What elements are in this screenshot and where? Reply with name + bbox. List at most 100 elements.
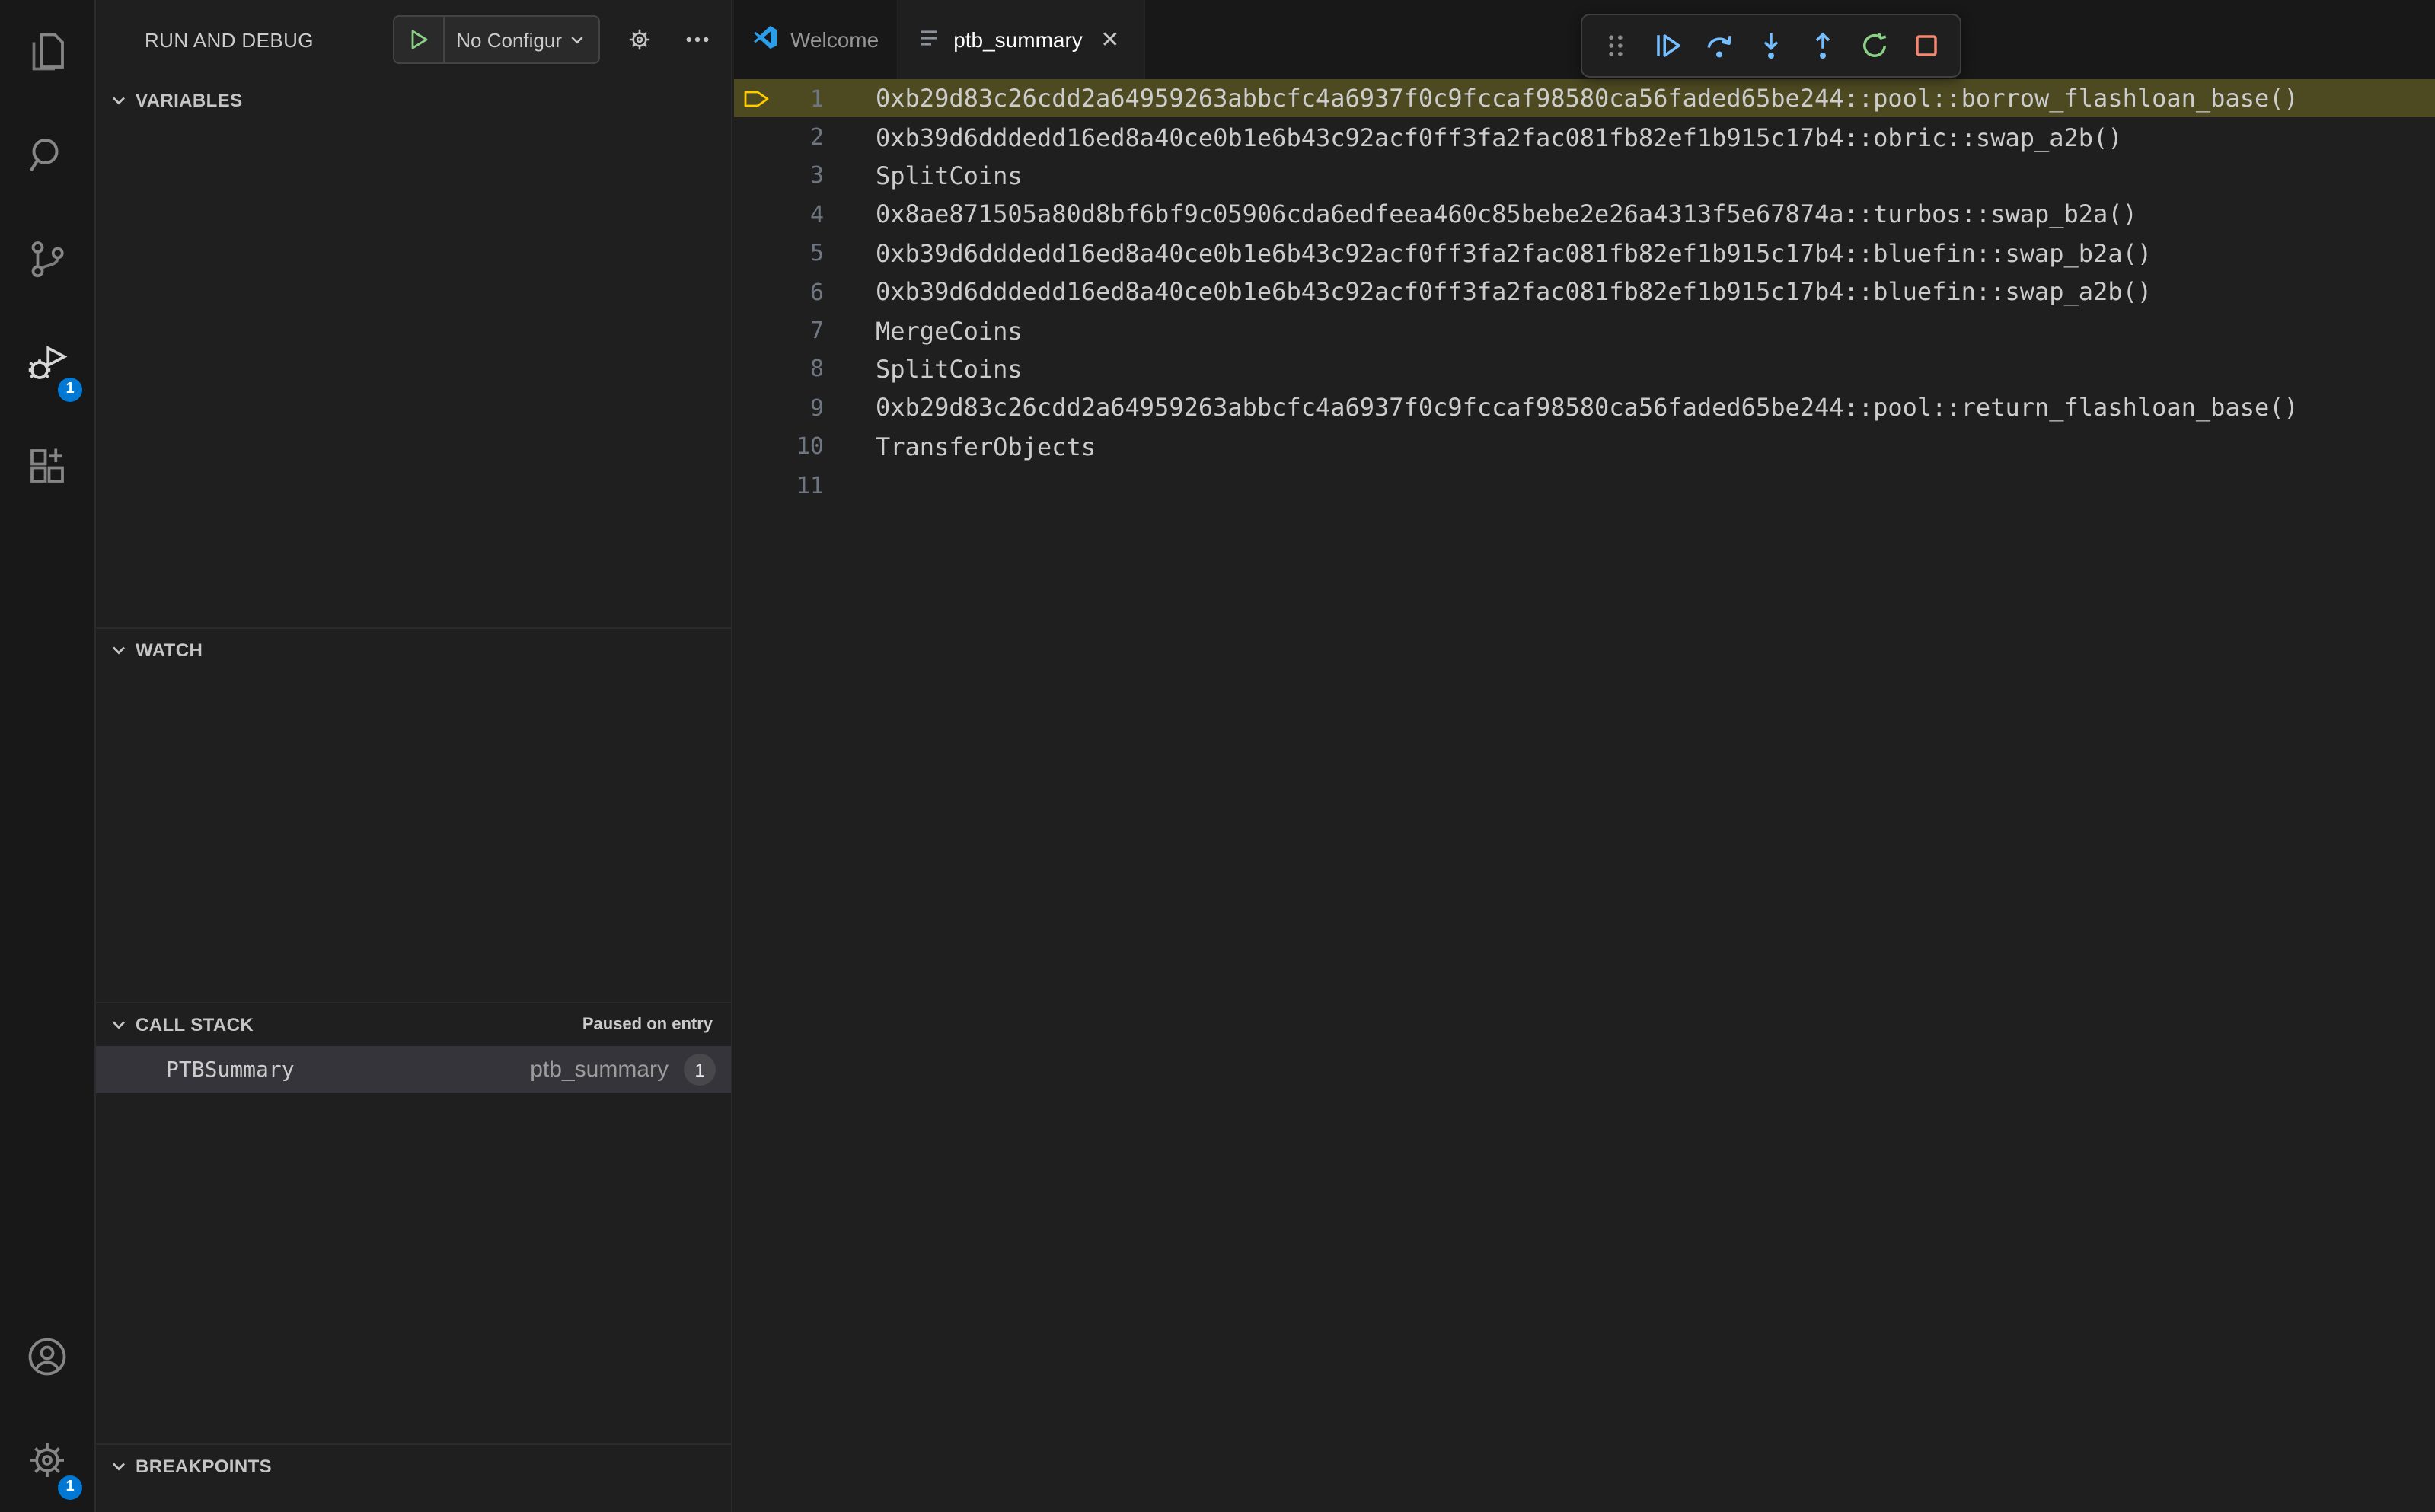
activity-accounts[interactable] — [0, 1305, 94, 1408]
vscode-logo-icon — [752, 24, 778, 55]
tab-ptb-summary[interactable]: ptb_summary ✕ — [898, 0, 1145, 79]
breakpoint-gutter[interactable] — [734, 388, 780, 427]
play-icon — [410, 30, 427, 49]
source-control-icon — [24, 236, 70, 282]
activity-bar: 1 1 — [0, 0, 96, 1512]
code-line: 8 SplitCoins — [734, 349, 2435, 388]
stop-button[interactable] — [1905, 24, 1948, 67]
breakpoint-gutter[interactable] — [734, 195, 780, 234]
close-icon[interactable]: ✕ — [1095, 24, 1125, 55]
restart-icon — [1863, 32, 1887, 57]
activity-extensions[interactable] — [0, 414, 94, 518]
breakpoint-gutter[interactable] — [734, 311, 780, 350]
activity-run-and-debug[interactable]: 1 — [0, 311, 94, 414]
step-out-button[interactable] — [1802, 24, 1844, 67]
breakpoint-gutter[interactable] — [734, 273, 780, 311]
debug-icon — [24, 340, 70, 385]
stack-frame-file: ptb_summary — [530, 1057, 669, 1083]
toolbar-drag-handle[interactable] — [1594, 24, 1637, 67]
line-text: 0xb29d83c26cdd2a64959263abbcfc4a6937f0c9… — [876, 84, 2299, 113]
debug-toolbar — [1581, 14, 1961, 78]
chevron-down-icon — [108, 1456, 129, 1477]
step-over-icon — [1707, 36, 1731, 58]
line-text: 0xb39d6dddedd16ed8a40ce0b1e6b43c92acf0ff… — [876, 277, 2153, 307]
line-text: SplitCoins — [876, 161, 1023, 190]
line-text: 0xb29d83c26cdd2a64959263abbcfc4a6937f0c9… — [876, 393, 2299, 423]
continue-button[interactable] — [1646, 24, 1689, 67]
step-over-button[interactable] — [1698, 24, 1741, 67]
breakpoints-header[interactable]: BREAKPOINTS — [96, 1445, 731, 1488]
variables-header[interactable]: VARIABLES — [96, 79, 731, 122]
code-line: 10 TransferObjects — [734, 427, 2435, 466]
line-text: SplitCoins — [876, 354, 1023, 384]
line-number: 5 — [809, 239, 824, 267]
chevron-down-icon — [568, 30, 598, 49]
sidebar-title: RUN AND DEBUG — [145, 28, 314, 51]
breakpoints-label: BREAKPOINTS — [136, 1456, 273, 1477]
grip-dots-icon — [1609, 35, 1623, 56]
search-icon — [24, 132, 70, 178]
line-number: 6 — [809, 278, 824, 306]
code-line: 7 MergeCoins — [734, 311, 2435, 350]
line-number: 1 — [809, 85, 824, 113]
debug-current-line-arrow — [744, 90, 769, 107]
settings-badge: 1 — [58, 1475, 82, 1500]
breakpoint-gutter[interactable] — [734, 118, 780, 157]
line-number: 2 — [809, 123, 824, 152]
activity-source-control[interactable] — [0, 207, 94, 311]
activity-explorer[interactable] — [0, 0, 94, 104]
files-icon — [24, 29, 70, 75]
line-text: 0x8ae871505a80d8bf6bf9c05906cda6edfeea46… — [876, 199, 2137, 229]
chevron-down-icon — [108, 90, 129, 111]
stack-frame-badge: 1 — [684, 1054, 716, 1086]
line-number: 10 — [796, 432, 824, 461]
variables-label: VARIABLES — [136, 90, 243, 111]
code-line: 6 0xb39d6dddedd16ed8a40ce0b1e6b43c92acf0f… — [734, 273, 2435, 311]
step-into-button[interactable] — [1750, 24, 1792, 67]
watch-header[interactable]: WATCH — [96, 629, 731, 671]
line-text: MergeCoins — [876, 316, 1023, 346]
step-into-icon — [1763, 33, 1779, 59]
more-actions-button[interactable] — [679, 21, 716, 58]
code-line: 1 0xb29d83c26cdd2a64959263abbcfc4a6937f0c… — [734, 79, 2435, 118]
breakpoint-gutter[interactable] — [734, 466, 780, 505]
call-stack-header[interactable]: CALL STACK Paused on entry — [96, 1003, 731, 1046]
code-editor[interactable]: 1 0xb29d83c26cdd2a64959263abbcfc4a6937f0c… — [734, 79, 2435, 1512]
start-debug-button[interactable] — [394, 17, 445, 62]
tab-bar: Welcome ptb_summary ✕ — [734, 0, 2435, 79]
breakpoint-gutter[interactable] — [734, 234, 780, 273]
activity-settings[interactable]: 1 — [0, 1408, 94, 1512]
call-stack-label: CALL STACK — [136, 1014, 254, 1035]
code-line: 4 0x8ae871505a80d8bf6bf9c05906cda6edfeea4… — [734, 195, 2435, 234]
sidebar-titlebar: RUN AND DEBUG No Configur — [96, 0, 731, 79]
line-number: 7 — [809, 317, 824, 345]
gear-icon — [629, 29, 650, 50]
breakpoint-gutter[interactable] — [734, 349, 780, 388]
tab-welcome[interactable]: Welcome — [734, 0, 899, 79]
line-text: TransferObjects — [876, 432, 1096, 461]
watch-label: WATCH — [136, 640, 203, 661]
continue-icon — [1657, 34, 1680, 57]
stop-icon — [1916, 35, 1937, 56]
variables-section: VARIABLES — [96, 79, 731, 627]
activity-search[interactable] — [0, 104, 94, 207]
breakpoint-gutter[interactable] — [734, 79, 780, 118]
run-and-debug-sidebar: RUN AND DEBUG No Configur VARIABLES WATC… — [96, 0, 732, 1512]
extensions-icon — [24, 443, 70, 489]
tab-label: Welcome — [790, 27, 879, 52]
code-lines: 1 0xb29d83c26cdd2a64959263abbcfc4a6937f0c… — [734, 79, 2435, 505]
code-line: 3 SplitCoins — [734, 157, 2435, 196]
watch-section: WATCH — [96, 627, 731, 1002]
code-line: 5 0xb39d6dddedd16ed8a40ce0b1e6b43c92acf0f… — [734, 234, 2435, 273]
gear-icon — [24, 1437, 70, 1483]
restart-button[interactable] — [1853, 24, 1896, 67]
line-number: 11 — [796, 471, 824, 499]
breakpoint-gutter[interactable] — [734, 157, 780, 196]
line-number: 3 — [809, 161, 824, 190]
debug-settings-gear[interactable] — [621, 21, 658, 58]
breakpoint-gutter[interactable] — [734, 427, 780, 466]
debug-config-picker[interactable]: No Configur — [392, 15, 600, 64]
call-stack-frame-row[interactable]: PTBSummary ptb_summary 1 — [96, 1046, 731, 1093]
account-icon — [24, 1334, 70, 1380]
editor-area: Welcome ptb_summary ✕ 1 0xb29d83c26cdd2a… — [734, 0, 2435, 1512]
